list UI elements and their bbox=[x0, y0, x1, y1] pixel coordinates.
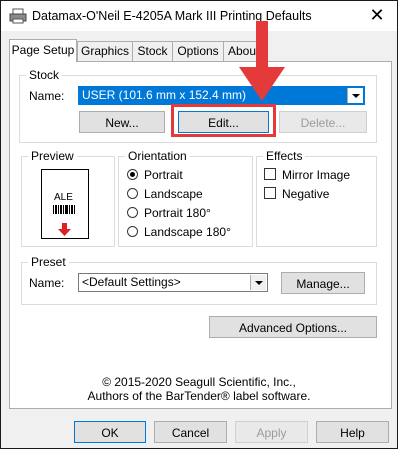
preview-legend: Preview bbox=[28, 149, 77, 163]
printing-defaults-dialog: Datamax-O'Neil E-4205A Mark III Printing… bbox=[0, 0, 398, 449]
stock-name-value: USER (101.6 mm x 152.4 mm) bbox=[82, 88, 247, 102]
portrait-label: Portrait bbox=[144, 168, 183, 182]
tab-stock[interactable]: Stock bbox=[132, 41, 173, 61]
portrait-radio[interactable] bbox=[127, 169, 138, 180]
portrait-180-label: Portrait 180° bbox=[144, 206, 211, 220]
feed-direction-arrow-icon bbox=[58, 223, 71, 236]
negative-label: Negative bbox=[282, 187, 330, 201]
tab-options[interactable]: Options bbox=[172, 41, 224, 61]
manage-presets-button[interactable]: Manage... bbox=[281, 272, 365, 294]
copyright-line-2: Authors of the BarTender® label software… bbox=[87, 389, 311, 403]
edit-highlight-box bbox=[171, 104, 276, 137]
stock-name-label: Name: bbox=[29, 89, 65, 103]
stock-name-dropdown[interactable]: USER (101.6 mm x 152.4 mm) bbox=[78, 86, 365, 105]
delete-stock-button[interactable]: Delete... bbox=[279, 111, 367, 133]
help-button[interactable]: Help bbox=[316, 421, 389, 443]
preset-name-value: <Default Settings> bbox=[82, 275, 181, 289]
printer-icon bbox=[9, 8, 27, 24]
down-arrow-icon bbox=[239, 21, 285, 101]
orientation-legend: Orientation bbox=[125, 149, 190, 163]
preset-name-dropdown[interactable]: <Default Settings> bbox=[78, 273, 268, 292]
tab-graphics[interactable]: Graphics bbox=[77, 41, 133, 61]
title-bar[interactable]: Datamax-O'Neil E-4205A Mark III Printing… bbox=[1, 1, 397, 31]
new-stock-button[interactable]: New... bbox=[79, 111, 165, 133]
label-preview: ALE bbox=[41, 169, 89, 239]
effects-legend: Effects bbox=[263, 149, 306, 163]
mirror-image-checkbox[interactable] bbox=[264, 168, 276, 180]
copyright-line-1: © 2015-2020 Seagull Scientific, Inc., bbox=[102, 375, 296, 389]
mirror-image-label: Mirror Image bbox=[282, 168, 351, 182]
barcode-icon bbox=[53, 205, 75, 214]
chevron-down-icon[interactable] bbox=[250, 275, 266, 290]
ok-button[interactable]: OK bbox=[74, 421, 146, 443]
landscape-180-radio[interactable] bbox=[127, 226, 138, 237]
apply-button[interactable]: Apply bbox=[235, 421, 308, 443]
preset-name-label: Name: bbox=[29, 276, 65, 290]
advanced-options-button[interactable]: Advanced Options... bbox=[209, 316, 377, 338]
landscape-label: Landscape bbox=[144, 187, 203, 201]
tab-page-setup[interactable]: Page Setup bbox=[9, 39, 77, 62]
landscape-180-label: Landscape 180° bbox=[144, 225, 231, 239]
stock-legend: Stock bbox=[26, 68, 63, 82]
preview-label-text: ALE bbox=[54, 192, 73, 203]
landscape-radio[interactable] bbox=[127, 188, 138, 199]
tab-strip: Page Setup Graphics Stock Options Abou bbox=[9, 39, 259, 62]
chevron-down-icon[interactable] bbox=[347, 88, 363, 103]
preset-legend: Preset bbox=[28, 255, 69, 269]
cancel-button[interactable]: Cancel bbox=[154, 421, 227, 443]
portrait-180-radio[interactable] bbox=[127, 207, 138, 218]
close-icon[interactable]: ✕ bbox=[366, 4, 388, 26]
negative-checkbox[interactable] bbox=[264, 187, 276, 199]
